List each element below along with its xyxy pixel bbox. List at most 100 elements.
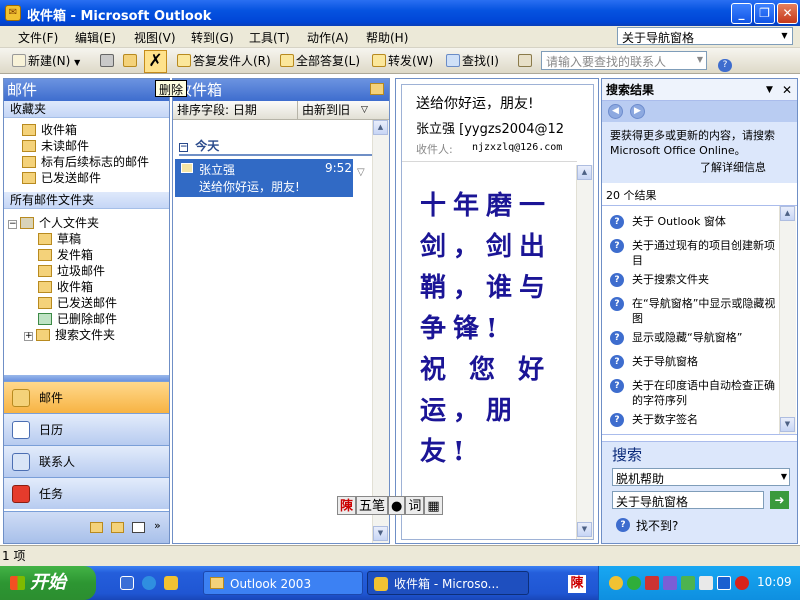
nav-calendar-button[interactable]: 日历 [4,413,169,445]
restore-button[interactable]: ❐ [754,3,775,24]
mail-list-scrollbar[interactable]: ▲ ▼ [372,120,389,543]
result-item[interactable]: ? 关于 Outlook 窗体 [610,214,782,229]
find-button[interactable]: 查找(I) [446,52,499,70]
menu-view[interactable]: 视图(V) [134,29,176,46]
result-item[interactable]: ? 关于通过现有的项目创建新项目 [610,238,782,268]
reading-pane-scrollbar[interactable]: ▲ ▼ [576,165,593,539]
learn-more-link[interactable]: 了解详细信息 [610,160,789,175]
tree-deleted[interactable]: 已删除邮件 [38,311,117,327]
chevron-down-icon[interactable]: ▼ [777,28,792,44]
taskbar-item-inbox[interactable]: 收件箱 - Microso... [367,571,529,595]
body-line: 祝 您 好 [420,355,552,385]
tree-outbox[interactable]: 发件箱 [38,247,93,263]
mail-item-selected[interactable]: 张立强 9:52 送给你好运，朋友! [175,159,353,197]
result-item[interactable]: ? 在“导航窗格”中显示或隐藏视图 [610,296,782,326]
collapse-icon[interactable]: − [8,220,17,229]
tray-app-icon[interactable] [627,576,641,590]
tree-junk[interactable]: 垃圾邮件 [38,263,105,279]
forward-button[interactable]: 转发(W) [372,52,433,70]
reply-all-button[interactable]: 全部答复(L) [280,52,360,70]
taskbar-item-outlook-2003[interactable]: Outlook 2003 [203,571,363,595]
tree-personal-folders[interactable]: − 个人文件夹 [8,215,99,231]
minimize-button[interactable]: _ [731,3,752,24]
notes-icon[interactable] [90,522,103,533]
result-item[interactable]: ? 关于在印度语中自动检查正确的字符序列 [610,378,782,408]
favorite-inbox[interactable]: 收件箱 [22,122,77,138]
ime-logo[interactable]: 陳 [337,496,357,515]
tray-app-icon[interactable] [609,576,623,590]
forward-arrow-icon[interactable]: ▶ [630,104,645,119]
help-button[interactable]: ? [718,52,734,72]
ime-mode[interactable]: 五笔 [356,496,389,515]
back-arrow-icon[interactable]: ◀ [608,104,623,119]
flag-icon[interactable]: ▽ [357,167,365,178]
chevron-down-icon[interactable]: ▼ [766,79,773,101]
go-arrow-button[interactable]: ➜ [770,491,789,509]
print-button[interactable] [100,52,116,70]
tray-app-icon[interactable] [645,576,659,590]
collapse-icon[interactable]: − [179,143,188,152]
group-header-today[interactable]: − 今天 [179,137,374,156]
scroll-down-icon[interactable]: ▼ [780,417,795,432]
tree-inbox[interactable]: 收件箱 [38,279,93,295]
result-item[interactable]: ? 关于导航窗格 [610,354,782,369]
ime-punct[interactable]: ● [388,496,406,515]
result-item[interactable]: ? 关于搜索文件夹 [610,272,782,287]
close-icon[interactable]: ✕ [782,79,792,101]
sort-field[interactable]: 排序字段: 日期 [177,101,257,120]
keyboard-icon[interactable]: ▦ [424,496,443,515]
folder-list-icon[interactable] [111,522,124,533]
result-item[interactable]: ? 关于数字签名 [610,412,782,427]
nav-contacts-button[interactable]: 联系人 [4,445,169,477]
menu-tools[interactable]: 工具(T) [249,29,290,46]
sort-order[interactable]: 由新到旧 [302,101,350,120]
menu-actions[interactable]: 动作(A) [307,29,349,46]
scroll-up-icon[interactable]: ▲ [577,165,592,180]
clock[interactable]: 10:09 [757,575,792,589]
scroll-up-icon[interactable]: ▲ [780,206,795,221]
find-contact-input[interactable]: 请输入要查找的联系人 ▼ [541,51,707,70]
volume-icon[interactable] [699,576,713,590]
tree-drafts[interactable]: 草稿 [38,231,81,247]
scroll-down-icon[interactable]: ▼ [577,522,592,537]
menu-help[interactable]: 帮助(H) [366,29,408,46]
scroll-down-icon[interactable]: ▼ [373,526,388,541]
favorite-sent[interactable]: 已发送邮件 [22,170,101,186]
favorite-unread[interactable]: 未读邮件 [22,138,89,154]
search-scope-select[interactable]: 脱机帮助 ▼ [612,468,790,486]
move-to-folder-button[interactable] [123,52,139,70]
scroll-up-icon[interactable]: ▲ [373,120,388,135]
cant-find-link[interactable]: 找不到? [636,517,678,534]
configure-buttons-icon[interactable]: » [154,519,161,532]
menu-edit[interactable]: 编辑(E) [75,29,116,46]
nav-tasks-button[interactable]: 任务 [4,477,169,509]
start-button[interactable]: 开始 [0,566,96,600]
tray-app-icon[interactable] [663,576,677,590]
tray-app-icon[interactable] [681,576,695,590]
result-item[interactable]: ? 显示或隐藏“导航窗格” [610,330,782,345]
internet-explorer-icon[interactable] [142,576,156,590]
ime-words[interactable]: 词 [405,496,425,515]
menu-go[interactable]: 转到(G) [191,29,234,46]
menu-file[interactable]: 文件(F) [18,29,58,46]
nav-mail-button[interactable]: 邮件 [4,381,169,413]
favorite-flagged[interactable]: 标有后续标志的邮件 [22,154,149,170]
close-button[interactable]: ✕ [777,3,798,24]
tray-app-icon[interactable] [735,576,749,590]
tree-sent[interactable]: 已发送邮件 [38,295,117,311]
network-icon[interactable] [717,576,731,590]
help-question-box[interactable]: 关于导航窗格 ▼ [617,27,793,45]
shortcuts-icon[interactable] [132,522,145,533]
tree-search-folders[interactable]: + 搜索文件夹 [24,327,115,343]
outlook-quicklaunch-icon[interactable] [164,576,178,590]
reply-button[interactable]: 答复发件人(R) [177,52,271,70]
address-book-button[interactable] [518,52,534,70]
show-desktop-icon[interactable] [120,576,134,590]
ime-indicator[interactable]: 陳 [568,575,586,593]
favorite-label: 已发送邮件 [41,171,102,185]
expand-icon[interactable]: + [24,332,33,341]
results-scrollbar[interactable]: ▲ ▼ [779,206,796,434]
search-input[interactable]: 关于导航窗格 [612,491,764,509]
new-button[interactable]: 新建(N) ▼ [12,52,80,70]
delete-button[interactable]: ✗ [144,50,167,73]
